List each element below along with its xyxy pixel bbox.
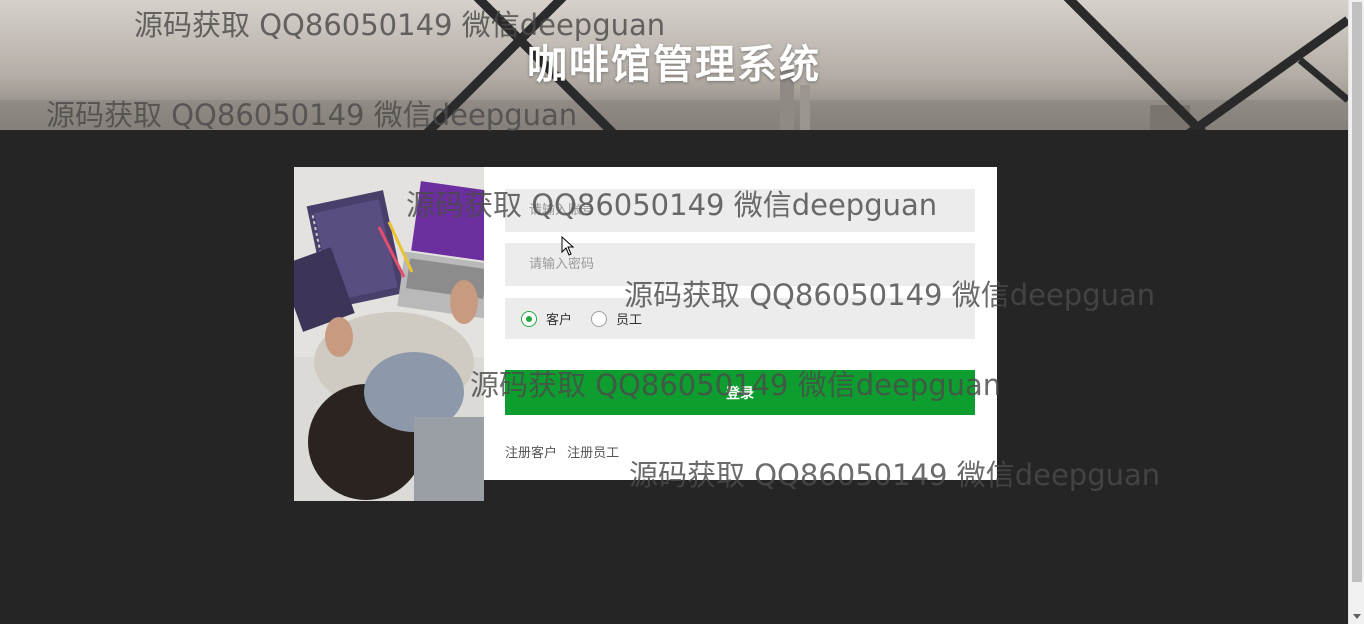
radio-checked-icon[interactable] [521, 310, 537, 327]
account-input[interactable] [505, 189, 975, 232]
role-label-staff: 员工 [616, 313, 643, 328]
register-links: 注册客户 注册员工 [505, 442, 625, 461]
register-staff-link[interactable]: 注册员工 [567, 446, 619, 461]
login-page: 咖啡馆管理系统 请输入账号 客户 员工 登录 注册客户 注册员工 源码获取 QQ… [0, 0, 1364, 624]
mouse-pointer-icon [561, 236, 575, 256]
scroll-down-arrow-icon[interactable] [1353, 614, 1361, 619]
scrollbar-thumb[interactable] [1352, 2, 1362, 582]
page-title: 咖啡馆管理系统 [527, 42, 821, 88]
header-banner: 咖啡馆管理系统 [0, 0, 1348, 130]
vertical-scrollbar[interactable] [1348, 0, 1364, 624]
login-button[interactable]: 登录 [505, 370, 975, 415]
password-input[interactable] [505, 243, 975, 286]
role-option-customer[interactable]: 客户 [521, 309, 572, 328]
login-form: 客户 员工 登录 注册客户 注册员工 [484, 167, 997, 480]
register-customer-link[interactable]: 注册客户 [505, 446, 557, 461]
radio-unchecked-icon[interactable] [591, 310, 607, 327]
role-option-staff[interactable]: 员工 [591, 309, 642, 328]
role-label-customer: 客户 [546, 313, 573, 328]
login-side-image [294, 167, 484, 501]
role-selector: 客户 员工 [505, 298, 975, 339]
